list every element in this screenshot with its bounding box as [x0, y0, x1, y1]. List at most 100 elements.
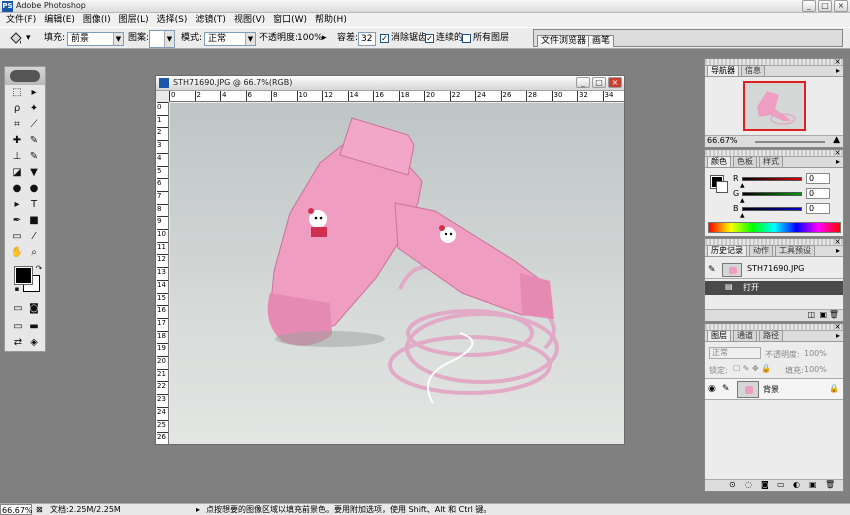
tab-swatches[interactable]: 色板 — [733, 156, 757, 167]
fill-source-select[interactable]: 前景 ▼ — [67, 32, 124, 46]
paint-bucket-icon[interactable] — [8, 32, 24, 46]
status-zoom-input[interactable]: 66.67% — [0, 504, 33, 515]
new-set-icon[interactable]: ▭ — [777, 480, 785, 489]
opacity-input[interactable]: 100% — [297, 32, 323, 46]
menu-edit[interactable]: 编辑(E) — [40, 14, 79, 26]
move-icon[interactable]: ▸ — [26, 87, 42, 99]
clone-stamp-icon[interactable]: ⊥ — [9, 151, 25, 163]
crop-icon[interactable]: ⌗ — [9, 119, 25, 131]
menu-file[interactable]: 文件(F) — [2, 14, 40, 26]
blur-icon[interactable]: ● — [9, 183, 25, 195]
lasso-icon[interactable]: ρ — [9, 103, 25, 115]
standard-mode-icon[interactable]: ▭ — [10, 303, 26, 315]
add-style-icon[interactable]: ◌ — [745, 480, 752, 489]
menu-window[interactable]: 窗口(W) — [269, 14, 311, 26]
eraser-icon[interactable]: ◪ — [9, 167, 25, 179]
channel-value-input[interactable]: 0 — [806, 188, 830, 199]
quick-mask-icon[interactable]: ◙ — [26, 303, 42, 315]
tolerance-input[interactable]: 32 — [358, 32, 376, 46]
channel-value-input[interactable]: 0 — [806, 173, 830, 184]
brush-icon[interactable]: ✎ — [722, 384, 730, 394]
maximize-button[interactable]: □ — [818, 0, 832, 12]
menu-view[interactable]: 视图(V) — [230, 14, 269, 26]
pen-icon[interactable]: ✒ — [9, 215, 25, 227]
tab-styles[interactable]: 样式 — [759, 156, 783, 167]
channel-slider[interactable] — [742, 192, 802, 196]
channel-value-input[interactable]: 0 — [806, 203, 830, 214]
tab-paths[interactable]: 路径 — [759, 330, 783, 341]
add-mask-icon[interactable]: ◙ — [761, 480, 769, 489]
tab-history[interactable]: 历史记录 — [707, 245, 747, 256]
notes-icon[interactable]: ▭ — [9, 231, 25, 243]
status-doc-info[interactable]: 文档:2.25M/2.25M — [50, 504, 121, 515]
close-icon[interactable]: × — [834, 57, 841, 66]
panel-menu-icon[interactable]: ▸ — [836, 331, 840, 341]
channel-slider-thumb[interactable]: ▲ — [740, 197, 745, 204]
close-button[interactable]: × — [834, 0, 848, 12]
eyedropper-icon[interactable]: ⁄ — [26, 231, 42, 243]
panel-menu-icon[interactable]: ▸ — [836, 157, 840, 167]
antialias-checkbox[interactable]: ✓ — [380, 34, 389, 43]
zoom-in-icon[interactable]: ▲ — [833, 135, 840, 145]
menu-select[interactable]: 选择(S) — [153, 14, 192, 26]
minimize-button[interactable]: _ — [802, 0, 816, 12]
magic-wand-icon[interactable]: ✦ — [26, 103, 42, 115]
menu-help[interactable]: 帮助(H) — [311, 14, 351, 26]
tab-navigator[interactable]: 导航器 — [707, 65, 739, 76]
layer-row-background[interactable]: ◉ ✎ 背景 🔒 — [705, 378, 843, 400]
toolbox-header[interactable] — [5, 67, 45, 85]
history-brush-icon[interactable]: ✎ — [708, 265, 716, 275]
tab-file-browser[interactable]: 文件浏览器 — [537, 35, 591, 47]
tab-brushes[interactable]: 画笔 — [588, 35, 615, 47]
new-snapshot-icon[interactable]: ◫ — [807, 310, 815, 319]
history-snapshot[interactable]: ✎ STH71690.JPG — [705, 261, 843, 279]
tab-tool-presets[interactable]: 工具预设 — [775, 245, 815, 256]
doc-close-button[interactable]: × — [608, 77, 622, 88]
vertical-ruler[interactable]: 0 1 2 3 4 5 6 7 8 9 10 11 12 13 14 15 16 17 18 19 20 21 22 23 24… — [156, 102, 169, 444]
path-selection-icon[interactable]: ▸ — [9, 199, 25, 211]
new-adjustment-layer-icon[interactable]: ◐ — [793, 480, 800, 489]
close-icon[interactable]: × — [834, 237, 841, 246]
swap-colors-icon[interactable]: ↷ — [31, 263, 47, 275]
history-state-open[interactable]: ▤ 打开 — [705, 281, 843, 295]
trash-icon[interactable]: 🗑 — [829, 310, 839, 319]
opacity-arrow[interactable]: ▸ — [322, 32, 327, 46]
imageready-icon[interactable]: ◈ — [26, 337, 42, 349]
channel-slider[interactable] — [742, 207, 802, 211]
brush-icon[interactable]: ✎ — [26, 135, 42, 147]
status-arrow-icon[interactable]: ▸ — [196, 504, 200, 515]
new-document-icon[interactable]: ▣ — [819, 310, 827, 319]
foreground-color-swatch[interactable] — [14, 266, 33, 285]
navigator-zoom[interactable]: 66.67% — [707, 136, 738, 145]
panel-menu-icon[interactable]: ▸ — [836, 66, 840, 76]
channel-slider[interactable] — [742, 177, 802, 181]
channel-slider-thumb[interactable]: ▲ — [740, 182, 745, 189]
doc-minimize-button[interactable]: _ — [576, 77, 590, 88]
all-layers-checkbox[interactable] — [462, 34, 471, 43]
image-canvas[interactable] — [170, 103, 624, 444]
link-layers-icon[interactable]: ⊙ — [729, 480, 736, 489]
marquee-icon[interactable]: ⬚ — [9, 87, 25, 99]
menu-filter[interactable]: 滤镜(T) — [191, 14, 230, 26]
dodge-icon[interactable]: ● — [26, 183, 42, 195]
zoom-icon[interactable]: ⌕ — [26, 247, 42, 259]
screen-mode-full-icon[interactable]: ▬ — [26, 321, 42, 333]
layer-fill-input[interactable]: 100% — [804, 365, 827, 374]
zoom-slider[interactable] — [755, 141, 825, 143]
panel-menu-icon[interactable]: ▸ — [836, 246, 840, 256]
color-spectrum-bar[interactable] — [708, 222, 841, 233]
healing-brush-icon[interactable]: ✚ — [9, 135, 25, 147]
tab-actions[interactable]: 动作 — [749, 245, 773, 256]
contiguous-checkbox[interactable]: ✓ — [425, 34, 434, 43]
screen-mode-standard-icon[interactable]: ▭ — [10, 321, 26, 333]
tab-info[interactable]: 信息 — [741, 65, 765, 76]
pattern-picker[interactable]: ▼ — [149, 30, 175, 48]
tab-layers[interactable]: 图层 — [707, 330, 731, 341]
trash-icon[interactable]: 🗑 — [825, 480, 835, 489]
close-icon[interactable]: × — [834, 148, 841, 157]
jump-to-imageready-icon[interactable]: ⇄ — [10, 337, 26, 349]
color-bg-swatch[interactable] — [716, 181, 728, 193]
shape-icon[interactable]: ■ — [26, 215, 42, 227]
layer-opacity-input[interactable]: 100% — [804, 349, 827, 358]
tab-channels[interactable]: 通道 — [733, 330, 757, 341]
